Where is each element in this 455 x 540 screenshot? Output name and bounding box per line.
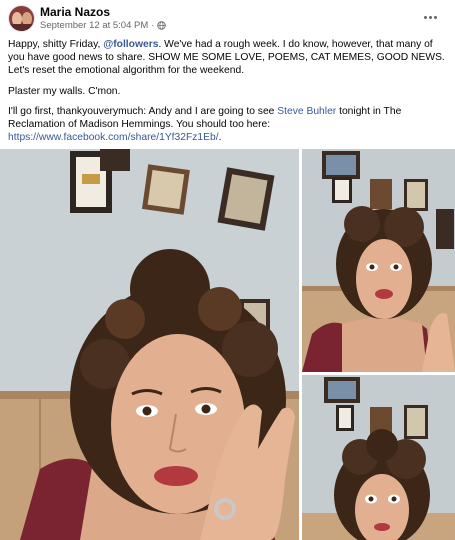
photo-surprised-face[interactable]	[302, 149, 455, 372]
artist-link[interactable]: Steve Buhler	[277, 106, 336, 117]
avatar[interactable]	[8, 5, 35, 32]
author-name[interactable]: Maria Nazos	[40, 5, 110, 19]
post-body: Happy, shitty Friday, @followers. We've …	[8, 38, 450, 151]
post-paragraph-2: Plaster my walls. C'mon.	[8, 85, 121, 97]
more-options-icon	[423, 15, 427, 19]
photo-grid	[0, 149, 455, 540]
post-meta: September 12 at 5:04 PM ·	[40, 20, 167, 31]
photo-wide-eyes[interactable]	[302, 375, 455, 540]
post-paragraph-3: I'll go first, thankyouverymuch: Andy an…	[8, 105, 402, 144]
globe-icon	[157, 21, 167, 30]
more-options-button[interactable]	[419, 8, 441, 26]
post-date[interactable]: September 12 at 5:04 PM	[40, 20, 148, 31]
share-link[interactable]: https://www.facebook.com/share/1Yf32Fz1E…	[8, 132, 219, 143]
post-header: Maria Nazos September 12 at 5:04 PM ·	[0, 0, 455, 38]
post-paragraph-1: Happy, shitty Friday, @followers. We've …	[8, 39, 445, 77]
photo-blowing-kiss[interactable]	[0, 149, 299, 540]
mention-link[interactable]: @followers	[103, 39, 158, 50]
meta-separator: ·	[151, 20, 155, 31]
